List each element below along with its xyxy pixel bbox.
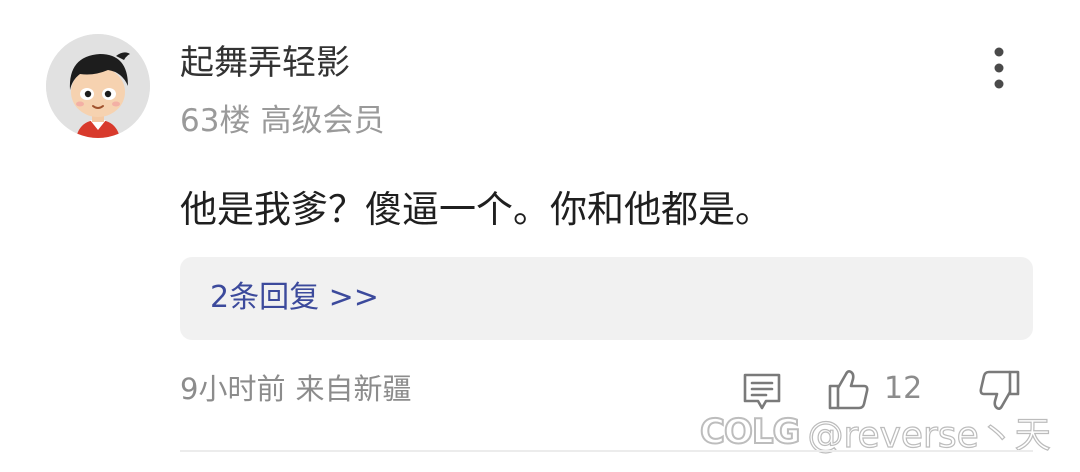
more-vertical-icon — [994, 47, 1004, 89]
replies-box[interactable]: 2条回复 >> — [180, 257, 1033, 340]
comment-location: 来自新疆 — [295, 372, 412, 406]
username[interactable]: 起舞弄轻影 — [180, 40, 350, 86]
like-count: 12 — [884, 371, 923, 406]
floor-and-level: 63楼 高级会员 — [180, 100, 384, 142]
watermark: COLG @reverse丶天 — [699, 408, 1051, 457]
comment-content: 他是我爹？傻逼一个。你和他都是。 — [180, 188, 772, 231]
floor-number: 63楼 — [180, 103, 251, 139]
watermark-logo: COLG — [699, 411, 801, 453]
comment-time: 9小时前 — [180, 372, 286, 406]
avatar-cartoon-icon — [46, 34, 150, 138]
user-avatar[interactable] — [46, 34, 150, 138]
member-level: 高级会员 — [260, 103, 385, 139]
divider — [180, 450, 1033, 452]
more-options-button[interactable] — [982, 44, 1016, 92]
comment-footer-meta: 9小时前 来自新疆 — [180, 368, 411, 410]
view-replies-link[interactable]: 2条回复 >> — [210, 277, 379, 319]
